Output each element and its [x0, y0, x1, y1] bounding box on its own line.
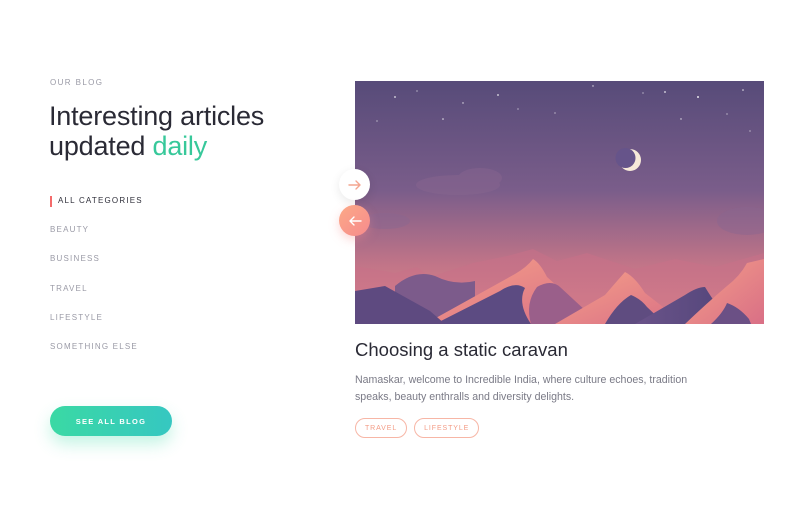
tag-travel[interactable]: TRAVEL: [355, 418, 408, 438]
category-item-all[interactable]: ALL CATEGORIES: [50, 196, 143, 225]
carousel-next-button[interactable]: [339, 169, 370, 200]
headline-line-2-prefix: updated: [49, 131, 153, 161]
blog-eyebrow: OUR BLOG: [50, 78, 104, 87]
arrow-right-icon: [347, 179, 361, 190]
carousel-prev-button[interactable]: [339, 205, 370, 236]
arrow-left-icon: [348, 215, 362, 226]
category-item-travel[interactable]: TRAVEL: [50, 284, 143, 313]
see-all-blog-button[interactable]: SEE ALL BLOG: [50, 406, 172, 436]
headline-line-2: updated daily: [49, 131, 264, 161]
headline-accent: daily: [152, 131, 208, 161]
category-list: ALL CATEGORIES BEAUTY BUSINESS TRAVEL LI…: [50, 196, 143, 371]
category-item-beauty[interactable]: BEAUTY: [50, 225, 143, 254]
category-item-business[interactable]: BUSINESS: [50, 254, 143, 283]
headline-line-1: Interesting articles: [49, 101, 265, 131]
article-tags: TRAVEL LIFESTYLE: [355, 418, 480, 438]
category-item-lifestyle[interactable]: LIFESTYLE: [50, 313, 143, 342]
blog-headline: Interesting articles updated daily: [49, 101, 264, 161]
desert-night-illustration: [355, 81, 764, 324]
tag-lifestyle[interactable]: LIFESTYLE: [414, 418, 480, 438]
category-item-something-else[interactable]: SOMETHING ELSE: [50, 342, 143, 371]
article-hero-image: [355, 81, 764, 324]
article-title[interactable]: Choosing a static caravan: [355, 339, 568, 361]
article-excerpt: Namaskar, welcome to Incredible India, w…: [355, 374, 688, 403]
